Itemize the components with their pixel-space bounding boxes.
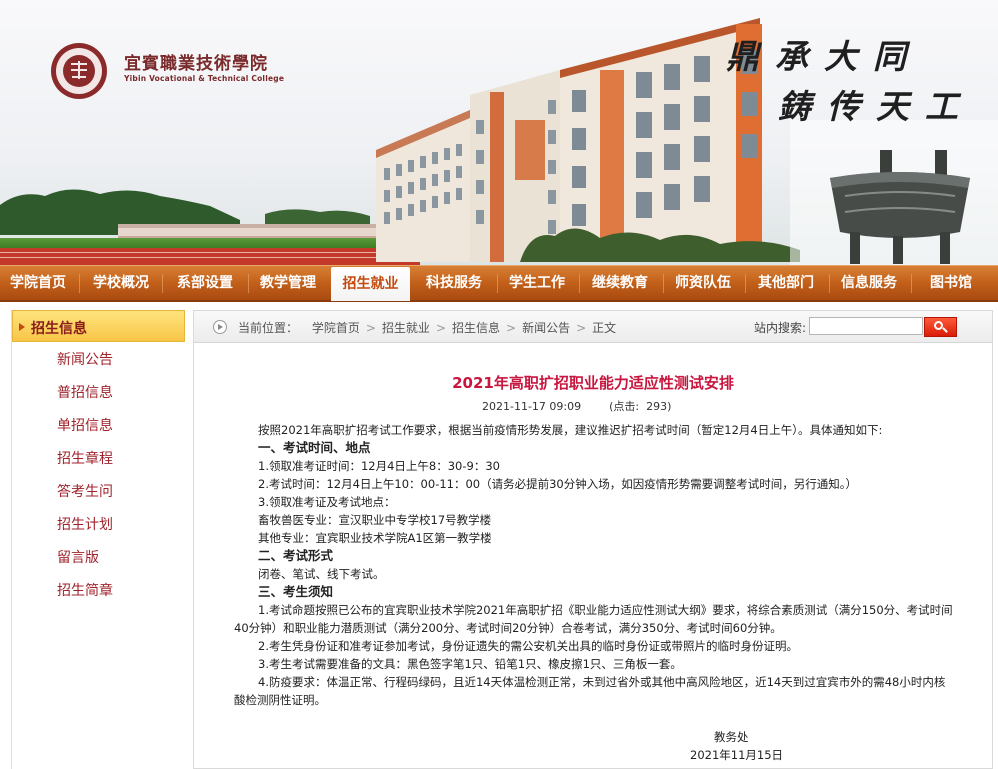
nav-divider: [663, 274, 664, 293]
nav-item-faculty[interactable]: 师资队伍: [665, 266, 741, 301]
sidebar-item-general-admission[interactable]: 普招信息: [57, 382, 113, 402]
breadcrumb-bar: 当前位置： 学院首页 > 招生就业 > 招生信息 > 新闻公告 > 正文 站内搜索:: [194, 311, 992, 343]
breadcrumb-news[interactable]: 新闻公告: [522, 321, 570, 335]
nav-divider: [79, 274, 80, 293]
sidebar-item-single-admission[interactable]: 单招信息: [57, 415, 113, 435]
nav-divider: [579, 274, 580, 293]
chevron-right-icon: >: [576, 321, 587, 335]
nav-divider: [497, 274, 498, 293]
section3-item-4: 4.防疫要求：体温正常、行程码绿码，且近14天体温检测正常，未到过省外或其他中高…: [234, 675, 946, 707]
section3-item-1: 1.考试命题按照已公布的宜宾职业技术学院2021年高职扩招《职业能力适应性测试大…: [234, 603, 953, 635]
logo-english-name: Yibin Vocational & Technical College: [124, 74, 285, 83]
section3-item-3: 3.考生考试需要准备的文具：黑色签字笔1只、铅笔1只、橡皮擦1只、三角板一套。: [258, 657, 682, 671]
sidebar-title-bar: 招生信息: [12, 310, 185, 342]
chevron-right-icon: >: [435, 321, 446, 335]
nav-item-departments[interactable]: 系部设置: [166, 266, 244, 301]
breadcrumb-admission-info[interactable]: 招生信息: [452, 321, 500, 335]
nav-item-continuing-ed[interactable]: 继续教育: [581, 266, 659, 301]
section2-text: 闭卷、笔试、线下考试。: [258, 567, 385, 581]
nav-item-library[interactable]: 图书馆: [913, 266, 989, 301]
header-banner: 宜賓職業技術學院 Yibin Vocational & Technical Co…: [0, 0, 998, 265]
article-meta: 2021-11-17 09:09 (点击: 293): [482, 400, 672, 413]
breadcrumb: 当前位置： 学院首页 > 招生就业 > 招生信息 > 新闻公告 > 正文: [238, 319, 616, 336]
section3-item-2: 2.考生凭身份证和准考证参加考试，身份证遗失的需公安机关出具的临时身份证或带照片…: [258, 639, 798, 653]
article-date: 2021年11月15日: [690, 748, 784, 762]
breadcrumb-label: 当前位置：: [238, 321, 299, 335]
article-intro: 按照2021年高职扩招考试工作要求，根据当前疫情形势发展，建议推迟扩招考试时间（…: [258, 423, 883, 437]
breadcrumb-admissions[interactable]: 招生就业: [382, 321, 430, 335]
section1-item-3b: 其他专业：宜宾职业技术学院A1区第一教学楼: [258, 531, 492, 545]
nav-item-teaching[interactable]: 教学管理: [250, 266, 326, 301]
logo-chinese-name: 宜賓職業技術學院: [124, 54, 268, 74]
section-heading-3: 三、考生须知: [258, 584, 334, 599]
article-signature: 教务处: [714, 730, 749, 744]
nav-item-tech-service[interactable]: 科技服务: [415, 266, 493, 301]
section1-item-3: 3.领取准考证及考试地点：: [258, 495, 396, 509]
section-heading-1: 一、考试时间、地点: [258, 440, 371, 455]
nav-divider: [745, 274, 746, 293]
slogan-line-2: 鋳传天工: [778, 87, 974, 126]
arrow-right-icon: [19, 323, 25, 331]
article-body: 按照2021年高职扩招考试工作要求，根据当前疫情形势发展，建议推迟扩招考试时间（…: [234, 421, 956, 709]
search-label: 站内搜索:: [754, 321, 807, 335]
sidebar-item-brochure[interactable]: 招生简章: [57, 580, 113, 600]
nav-divider: [829, 274, 830, 293]
nav-item-info-service[interactable]: 信息服务: [831, 266, 907, 301]
sidebar-item-news[interactable]: 新闻公告: [57, 349, 113, 369]
college-logo[interactable]: 宜賓職業技術學院 Yibin Vocational & Technical Co…: [52, 41, 312, 101]
nav-item-home[interactable]: 学院首页: [2, 266, 74, 301]
section1-item-3a: 畜牧兽医专业：宣汉职业中专学校17号教学楼: [258, 513, 492, 527]
location-arrow-icon: [213, 320, 227, 334]
search-button[interactable]: [924, 317, 957, 337]
sidebar-title: 招生信息: [31, 321, 87, 337]
nav-divider: [248, 274, 249, 293]
nav-item-overview[interactable]: 学校概况: [84, 266, 158, 301]
sidebar-item-message-board[interactable]: 留言版: [57, 547, 99, 567]
site-search-input[interactable]: [809, 317, 923, 335]
content-panel: 当前位置： 学院首页 > 招生就业 > 招生信息 > 新闻公告 > 正文 站内搜索: 2021年…: [193, 310, 993, 769]
slogan-line-1: 鼎承大同: [726, 37, 922, 76]
main-nav: 学院首页 学校概况 系部设置 教学管理 招生就业 科技服务 学生工作 继续教育 …: [0, 265, 998, 302]
article-title: 2021年高职扩招职业能力适应性测试安排: [452, 374, 734, 392]
section1-item-2: 2.考试时间：12月4日上午10：00-11：00（请务必提前30分钟入场，如因…: [258, 477, 857, 491]
nav-item-admissions[interactable]: 招生就业: [331, 267, 410, 301]
section1-item-1: 1.领取准考证时间：12月4日上午8：30-9：30: [258, 459, 500, 473]
breadcrumb-home[interactable]: 学院首页: [312, 321, 360, 335]
breadcrumb-current: 正文: [592, 321, 617, 335]
sidebar-item-admission-charter[interactable]: 招生章程: [57, 448, 113, 468]
nav-item-student-affairs[interactable]: 学生工作: [499, 266, 575, 301]
sidebar-item-enrollment-plan[interactable]: 招生计划: [57, 514, 113, 534]
chevron-right-icon: >: [506, 321, 517, 335]
nav-divider: [162, 274, 163, 293]
sidebar-item-faq[interactable]: 答考生问: [57, 481, 113, 501]
nav-item-other-depts[interactable]: 其他部门: [747, 266, 825, 301]
sidebar: 招生信息 新闻公告 普招信息 单招信息 招生章程 答考生问 招生计划 留言版 招…: [11, 310, 185, 769]
section-heading-2: 二、考试形式: [258, 548, 334, 563]
nav-divider: [911, 274, 912, 293]
chevron-right-icon: >: [365, 321, 376, 335]
